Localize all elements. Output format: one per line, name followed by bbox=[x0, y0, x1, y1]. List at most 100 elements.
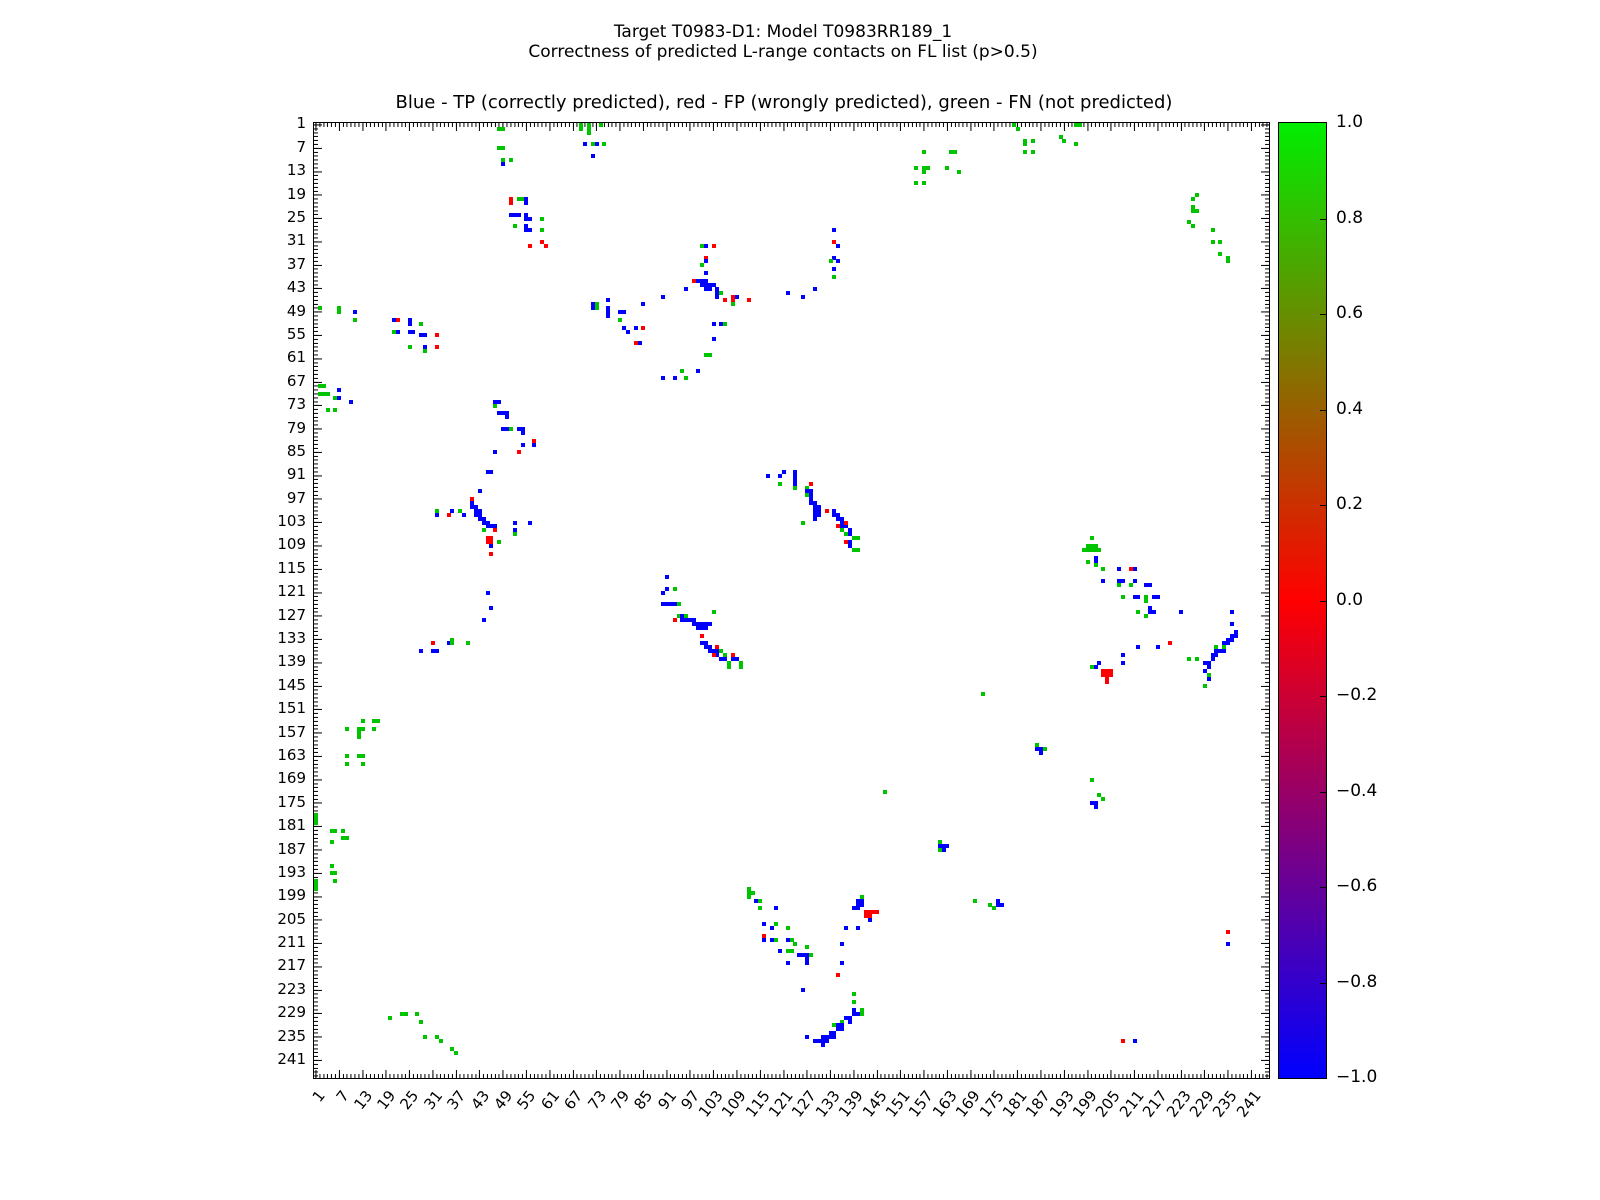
contact-point-g bbox=[501, 146, 505, 150]
contact-point-b bbox=[1117, 567, 1121, 571]
contact-point-b bbox=[704, 626, 708, 630]
contact-point-b bbox=[528, 228, 532, 232]
colorbar-tick-label: 0.2 bbox=[1336, 496, 1363, 513]
contact-point-b bbox=[817, 513, 821, 517]
contact-point-b bbox=[1136, 645, 1140, 649]
contact-point-g bbox=[1191, 197, 1195, 201]
contact-point-g bbox=[1086, 560, 1090, 564]
contact-point-g bbox=[1101, 567, 1105, 571]
contact-point-g bbox=[1144, 599, 1148, 603]
contact-point-b bbox=[419, 649, 423, 653]
contact-point-g bbox=[786, 926, 790, 930]
contact-point-b bbox=[856, 926, 860, 930]
contact-point-g bbox=[747, 895, 751, 899]
contact-point-b bbox=[782, 470, 786, 474]
contact-point-b bbox=[583, 142, 587, 146]
contact-map-plot-area[interactable] bbox=[313, 122, 1270, 1079]
contact-point-b bbox=[786, 291, 790, 295]
y-tick-label: 103 bbox=[266, 514, 306, 529]
contact-point-g bbox=[700, 263, 704, 267]
contact-point-b bbox=[1133, 567, 1137, 571]
contact-point-g bbox=[860, 1012, 864, 1016]
contact-point-g bbox=[423, 349, 427, 353]
contact-point-g bbox=[341, 829, 345, 833]
figure-title-line2: Correctness of predicted L-range contact… bbox=[528, 42, 1037, 62]
contact-point-b bbox=[836, 244, 840, 248]
contact-point-r bbox=[509, 201, 513, 205]
colorbar-tick-label: −0.4 bbox=[1336, 783, 1377, 800]
contact-point-b bbox=[501, 162, 505, 166]
contact-point-g bbox=[1195, 657, 1199, 661]
contact-point-g bbox=[926, 166, 930, 170]
contact-point-g bbox=[953, 150, 957, 154]
contact-point-b bbox=[832, 228, 836, 232]
contact-point-b bbox=[821, 1043, 825, 1047]
contact-point-b bbox=[1148, 583, 1152, 587]
contact-point-g bbox=[1129, 583, 1133, 587]
y-tick-label: 13 bbox=[266, 163, 306, 178]
contact-point-g bbox=[482, 528, 486, 532]
y-tick-label: 217 bbox=[266, 958, 306, 973]
contact-point-g bbox=[1136, 610, 1140, 614]
contact-point-r bbox=[723, 298, 727, 302]
colorbar-tick bbox=[1320, 983, 1326, 984]
contact-point-b bbox=[1156, 595, 1160, 599]
contact-point-b bbox=[482, 618, 486, 622]
contact-point-b bbox=[813, 1039, 817, 1043]
contact-point-g bbox=[618, 318, 622, 322]
contact-point-g bbox=[372, 727, 376, 731]
contact-point-b bbox=[762, 938, 766, 942]
contact-point-g bbox=[1016, 127, 1020, 131]
contact-point-g bbox=[914, 181, 918, 185]
contact-point-r bbox=[1121, 1039, 1125, 1043]
colorbar-tick bbox=[1320, 792, 1326, 793]
contact-point-r bbox=[447, 513, 451, 517]
contact-point-g bbox=[1023, 150, 1027, 154]
contact-point-g bbox=[684, 376, 688, 380]
x-tick-label: 7 bbox=[332, 1087, 352, 1106]
y-tick-label: 97 bbox=[266, 491, 306, 506]
contact-point-b bbox=[770, 926, 774, 930]
contact-point-b bbox=[1230, 610, 1234, 614]
contact-point-r bbox=[700, 634, 704, 638]
contact-point-b bbox=[832, 267, 836, 271]
contact-point-g bbox=[751, 891, 755, 895]
contact-point-b bbox=[1156, 645, 1160, 649]
x-tick-label: 79 bbox=[607, 1087, 633, 1113]
contact-point-b bbox=[638, 341, 642, 345]
colorbar-tick bbox=[1320, 696, 1326, 697]
contact-point-g bbox=[758, 899, 762, 903]
contact-point-b bbox=[696, 369, 700, 373]
contact-point-b bbox=[489, 470, 493, 474]
contact-point-b bbox=[661, 295, 665, 299]
y-tick-label: 25 bbox=[266, 210, 306, 225]
y-tick-label: 169 bbox=[266, 771, 306, 786]
contact-point-g bbox=[497, 540, 501, 544]
contact-point-g bbox=[322, 384, 326, 388]
x-axis-tick-labels: 1713192531374349556167737985919710310911… bbox=[313, 1081, 1268, 1141]
y-tick-label: 187 bbox=[266, 842, 306, 857]
contact-point-g bbox=[1023, 142, 1027, 146]
contact-point-r bbox=[517, 450, 521, 454]
contact-point-b bbox=[786, 961, 790, 965]
contact-point-g bbox=[805, 945, 809, 949]
contact-point-b bbox=[1121, 653, 1125, 657]
contact-point-g bbox=[333, 829, 337, 833]
contact-point-b bbox=[1211, 657, 1215, 661]
contact-point-g bbox=[1144, 614, 1148, 618]
x-tick-label: 13 bbox=[350, 1087, 376, 1113]
contact-point-r bbox=[528, 244, 532, 248]
contact-point-b bbox=[708, 287, 712, 291]
contact-point-g bbox=[922, 181, 926, 185]
contact-point-g bbox=[731, 302, 735, 306]
colorbar-tick bbox=[1320, 887, 1326, 888]
contact-point-b bbox=[1230, 638, 1234, 642]
contact-point-g bbox=[1187, 657, 1191, 661]
contact-point-b bbox=[1152, 610, 1156, 614]
contact-point-g bbox=[1195, 193, 1199, 197]
contact-point-g bbox=[501, 127, 505, 131]
y-tick-label: 67 bbox=[266, 374, 306, 389]
contact-point-b bbox=[1179, 610, 1183, 614]
contact-point-r bbox=[712, 244, 716, 248]
contact-point-g bbox=[353, 318, 357, 322]
